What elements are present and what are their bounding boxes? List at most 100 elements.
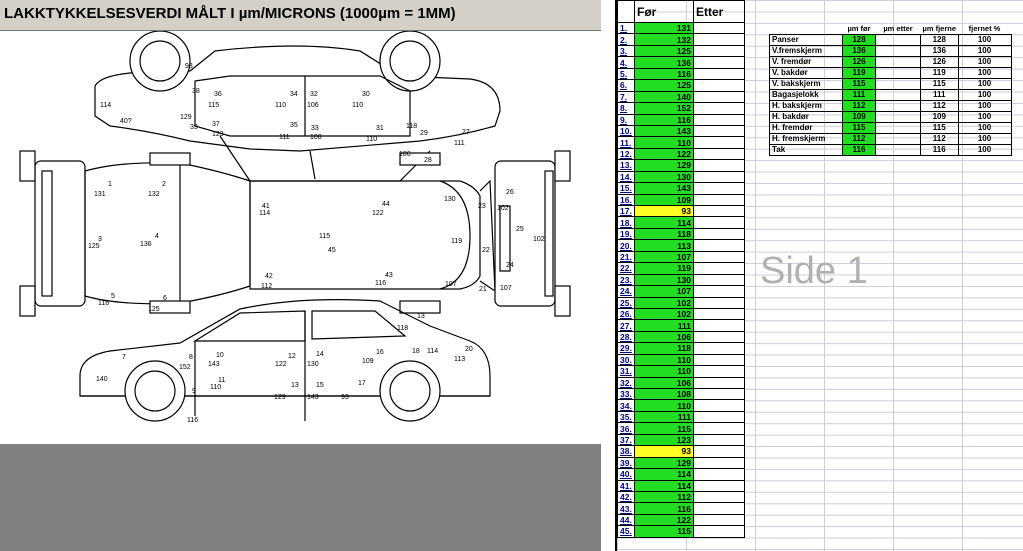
before-value-cell[interactable]: 110 (634, 136, 694, 149)
before-value-cell[interactable]: 122 (634, 513, 694, 527)
summary-part-cell[interactable]: H. fremdør (769, 122, 843, 134)
before-value-cell[interactable]: 93 (634, 204, 694, 218)
row-number[interactable]: 19. (617, 227, 635, 241)
row-number[interactable]: 39. (617, 456, 635, 470)
after-value-cell[interactable] (693, 307, 745, 321)
before-value-cell[interactable]: 115 (634, 422, 694, 435)
summary-removed-cell[interactable]: 115 (920, 78, 959, 90)
row-number[interactable]: 13. (617, 159, 635, 172)
after-value-cell[interactable] (693, 490, 745, 504)
summary-before-cell[interactable]: 126 (842, 56, 876, 68)
summary-pct-cell[interactable]: 100 (957, 34, 1012, 46)
before-value-cell[interactable]: 132 (634, 33, 694, 46)
before-header[interactable]: Før (634, 0, 694, 23)
row-number[interactable]: 32. (617, 376, 635, 390)
before-value-cell[interactable]: 106 (634, 330, 694, 344)
summary-after-cell[interactable] (875, 133, 921, 145)
summary-after-cell[interactable] (875, 45, 921, 57)
summary-pct-cell[interactable]: 100 (957, 45, 1012, 57)
after-value-cell[interactable] (693, 445, 745, 458)
row-number[interactable]: 23. (617, 273, 635, 287)
before-value-cell[interactable]: 114 (634, 468, 694, 481)
after-value-cell[interactable] (693, 387, 745, 401)
row-number[interactable]: 40. (617, 468, 635, 481)
summary-after-cell[interactable] (875, 89, 921, 101)
before-value-cell[interactable]: 119 (634, 262, 694, 275)
after-value-cell[interactable] (693, 319, 745, 332)
after-value-cell[interactable] (693, 365, 745, 378)
summary-after-cell[interactable] (875, 34, 921, 46)
before-value-cell[interactable]: 110 (634, 399, 694, 412)
after-value-cell[interactable] (693, 273, 745, 287)
before-value-cell[interactable]: 130 (634, 170, 694, 184)
before-value-cell[interactable]: 123 (634, 433, 694, 447)
after-value-cell[interactable] (693, 21, 745, 35)
before-value-cell[interactable]: 93 (634, 445, 694, 458)
after-value-cell[interactable] (693, 124, 745, 138)
after-value-cell[interactable] (693, 56, 745, 69)
summary-part-cell[interactable]: V. bakskjerm (769, 78, 843, 90)
before-value-cell[interactable]: 111 (634, 319, 694, 332)
row-number[interactable]: 36. (617, 422, 635, 435)
row-number[interactable]: 17. (617, 204, 635, 218)
summary-before-cell[interactable]: 116 (842, 144, 876, 156)
summary-removed-cell[interactable]: 116 (920, 144, 959, 156)
after-value-cell[interactable] (693, 182, 745, 195)
after-value-cell[interactable] (693, 296, 745, 309)
summary-removed-cell[interactable]: 112 (920, 100, 959, 112)
row-number[interactable]: 31. (617, 365, 635, 378)
summary-before-cell[interactable]: 136 (842, 45, 876, 57)
row-number[interactable]: 28. (617, 330, 635, 344)
summary-removed-cell[interactable]: 128 (920, 34, 959, 46)
after-value-cell[interactable] (693, 456, 745, 470)
row-number[interactable]: 33. (617, 387, 635, 401)
summary-removed-cell[interactable]: 115 (920, 122, 959, 134)
before-value-cell[interactable]: 113 (634, 239, 694, 252)
before-value-cell[interactable]: 102 (634, 296, 694, 309)
after-value-cell[interactable] (693, 479, 745, 492)
summary-before-cell[interactable]: 112 (842, 100, 876, 112)
before-value-cell[interactable]: 110 (634, 365, 694, 378)
row-number[interactable]: 38. (617, 445, 635, 458)
row-number[interactable]: 9. (617, 113, 635, 126)
summary-part-cell[interactable]: V.fremskjerm (769, 45, 843, 57)
after-value-cell[interactable] (693, 159, 745, 172)
row-number[interactable]: 27. (617, 319, 635, 332)
summary-part-cell[interactable]: V. fremdør (769, 56, 843, 68)
before-value-cell[interactable]: 114 (634, 479, 694, 492)
row-number[interactable]: 15. (617, 182, 635, 195)
summary-removed-header[interactable]: µm fjerne (921, 24, 959, 35)
summary-pct-cell[interactable]: 100 (957, 133, 1012, 145)
summary-after-cell[interactable] (875, 100, 921, 112)
row-number[interactable]: 4. (617, 56, 635, 69)
row-number[interactable]: 34. (617, 399, 635, 412)
summary-pct-cell[interactable]: 100 (957, 122, 1012, 134)
summary-before-cell[interactable]: 112 (842, 133, 876, 145)
after-value-cell[interactable] (693, 468, 745, 481)
row-number[interactable]: 10. (617, 124, 635, 138)
row-number[interactable]: 42. (617, 490, 635, 504)
summary-pct-cell[interactable]: 100 (957, 56, 1012, 68)
after-header[interactable]: Etter (693, 0, 745, 23)
row-number[interactable]: 14. (617, 170, 635, 184)
before-value-cell[interactable]: 114 (634, 216, 694, 229)
summary-removed-cell[interactable]: 111 (920, 89, 959, 101)
after-value-cell[interactable] (693, 216, 745, 229)
before-value-cell[interactable]: 125 (634, 44, 694, 58)
row-number[interactable]: 37. (617, 433, 635, 447)
before-value-cell[interactable]: 136 (634, 56, 694, 69)
summary-removed-cell[interactable]: 126 (920, 56, 959, 68)
before-value-cell[interactable]: 110 (634, 353, 694, 367)
summary-pct-cell[interactable]: 100 (957, 144, 1012, 156)
summary-pct-cell[interactable]: 100 (957, 67, 1012, 79)
summary-after-cell[interactable] (875, 111, 921, 123)
summary-after-header[interactable]: µm etter (876, 24, 921, 35)
before-value-cell[interactable]: 118 (634, 342, 694, 355)
before-value-cell[interactable]: 130 (634, 273, 694, 287)
summary-part-cell[interactable]: Tak (769, 144, 843, 156)
before-value-cell[interactable]: 107 (634, 250, 694, 264)
row-number[interactable]: 44. (617, 513, 635, 527)
before-value-cell[interactable]: 116 (634, 113, 694, 126)
after-value-cell[interactable] (693, 193, 745, 207)
after-value-cell[interactable] (693, 399, 745, 412)
